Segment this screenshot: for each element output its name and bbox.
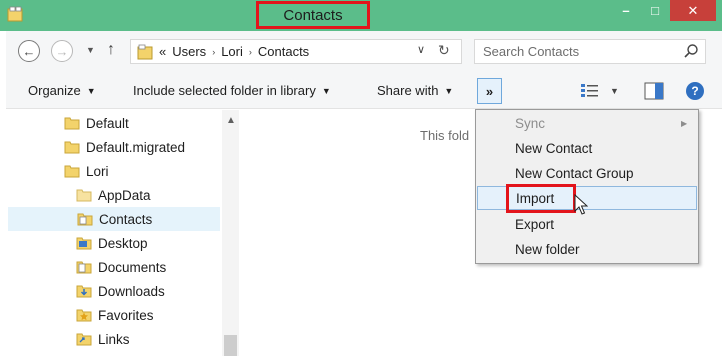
desktop-folder-icon <box>76 237 92 250</box>
menu-item-label: New Contact <box>515 140 593 156</box>
menu-item-sync[interactable]: Sync ▶ <box>477 111 697 135</box>
menu-item-label: New folder <box>515 241 580 257</box>
menu-item-label: Export <box>515 216 555 232</box>
up-arrow-icon[interactable]: ↑ <box>107 41 115 59</box>
search-icon[interactable] <box>683 43 699 59</box>
tree-item-links[interactable]: Links <box>76 327 130 351</box>
recent-locations-icon[interactable]: ▼ <box>86 45 95 55</box>
tree-item-label: AppData <box>98 187 151 203</box>
double-chevron-icon: » <box>485 83 494 99</box>
change-view-icon[interactable] <box>580 82 600 100</box>
mouse-pointer-icon <box>574 194 588 215</box>
refresh-icon[interactable]: ↻ <box>438 42 450 59</box>
include-in-library-button[interactable]: Include selected folder in library ▼ <box>133 83 331 98</box>
back-arrow-icon: ← <box>22 43 36 59</box>
chevron-down-icon: ▼ <box>86 85 96 96</box>
tree-item-label: Desktop <box>98 235 148 251</box>
folder-app-icon[interactable] <box>7 6 23 22</box>
share-label: Share with <box>377 83 439 98</box>
chevron-down-icon: ▼ <box>444 85 454 96</box>
breadcrumb: « Users › Lori › Contacts <box>159 44 309 59</box>
links-folder-icon <box>76 333 92 346</box>
tree-item-contacts[interactable]: Contacts <box>8 207 220 231</box>
tree-item-documents[interactable]: Documents <box>76 255 166 279</box>
tree-item-lori[interactable]: Lori <box>64 159 109 183</box>
tree-item-appdata[interactable]: AppData <box>76 183 151 207</box>
tree-item-label: Default <box>86 115 129 131</box>
tree-item-desktop[interactable]: Desktop <box>76 231 148 255</box>
folder-icon <box>137 44 153 60</box>
back-button[interactable]: ← <box>18 40 40 62</box>
close-button[interactable]: ✕ <box>670 0 716 21</box>
tree-item-label: Lori <box>86 163 109 179</box>
menu-item-new-contact-group[interactable]: New Contact Group <box>477 161 697 185</box>
tree-item-label: Downloads <box>98 283 165 299</box>
more-commands-button[interactable]: » <box>477 78 502 104</box>
folder-icon <box>64 117 80 130</box>
empty-folder-message: This fold <box>420 128 470 143</box>
favorites-folder-icon <box>76 309 92 322</box>
tree-item-default-migrated[interactable]: Default.migrated <box>64 135 185 159</box>
documents-folder-icon <box>76 261 92 274</box>
tree-item-favorites[interactable]: Favorites <box>76 303 154 327</box>
share-with-button[interactable]: Share with ▼ <box>377 83 453 98</box>
menu-item-label: Sync <box>515 115 546 131</box>
breadcrumb-users[interactable]: Users <box>172 44 206 59</box>
breadcrumb-contacts[interactable]: Contacts <box>258 44 309 59</box>
scroll-up-icon[interactable]: ▲ <box>226 115 236 126</box>
tree-item-label: Default.migrated <box>86 139 186 155</box>
organize-label: Organize <box>28 83 81 98</box>
breadcrumb-overflow[interactable]: « <box>159 44 166 59</box>
downloads-folder-icon <box>76 285 92 298</box>
chevron-right-icon[interactable]: › <box>249 47 252 57</box>
menu-item-label: New Contact Group <box>515 165 634 181</box>
chevron-right-icon: ▶ <box>681 118 688 128</box>
help-icon[interactable]: ? <box>686 82 704 100</box>
menu-item-new-folder[interactable]: New folder <box>477 237 697 261</box>
breadcrumb-lori[interactable]: Lori <box>221 44 243 59</box>
menu-item-new-contact[interactable]: New Contact <box>477 136 697 160</box>
tree-item-label: Documents <box>98 259 167 275</box>
chevron-right-icon[interactable]: › <box>212 47 215 57</box>
chevron-down-icon: ▼ <box>321 85 331 96</box>
search-box[interactable] <box>474 39 706 64</box>
tree-item-downloads[interactable]: Downloads <box>76 279 165 303</box>
scrollbar-thumb[interactable] <box>224 335 237 356</box>
forward-button[interactable]: → <box>51 40 73 62</box>
contacts-folder-icon <box>77 213 93 226</box>
minimize-button[interactable]: – <box>612 0 640 21</box>
preview-pane-icon[interactable] <box>644 82 664 100</box>
maximize-button[interactable]: □ <box>641 0 669 21</box>
address-bar[interactable]: « Users › Lori › Contacts ∨ ↻ <box>130 39 462 64</box>
import-highlight-box <box>506 184 576 213</box>
folder-icon <box>76 189 92 202</box>
tree-item-label: Contacts <box>99 211 153 227</box>
search-input[interactable] <box>483 43 673 60</box>
chevron-down-icon[interactable]: ∨ <box>417 43 425 56</box>
organize-button[interactable]: Organize ▼ <box>28 83 96 98</box>
tree-scrollbar[interactable] <box>222 110 239 356</box>
help-label: ? <box>691 84 699 98</box>
folder-icon <box>64 141 80 154</box>
window-title: Contacts <box>256 1 370 29</box>
tree-item-label: Links <box>98 331 130 347</box>
forward-arrow-icon: → <box>55 43 69 59</box>
folder-icon <box>64 165 80 178</box>
include-label: Include selected folder in library <box>133 83 316 98</box>
tree-item-label: Favorites <box>98 307 154 323</box>
tree-item-default[interactable]: Default <box>64 111 129 135</box>
chevron-down-icon[interactable]: ▼ <box>610 86 619 96</box>
